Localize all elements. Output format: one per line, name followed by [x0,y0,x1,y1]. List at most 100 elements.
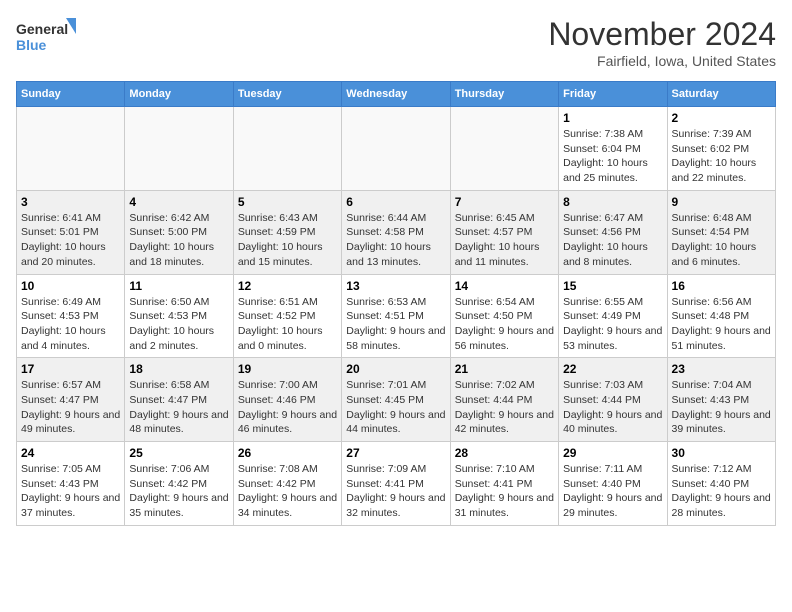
day-number: 1 [563,111,662,125]
calendar-cell: 7 Sunrise: 6:45 AM Sunset: 4:57 PM Dayli… [450,190,558,274]
day-number: 26 [238,446,337,460]
svg-text:General: General [16,21,68,37]
day-info: Sunrise: 6:54 AM Sunset: 4:50 PM Dayligh… [455,295,554,354]
sunset: Sunset: 4:56 PM [563,226,641,238]
sunset: Sunset: 4:53 PM [21,310,99,322]
calendar-cell: 25 Sunrise: 7:06 AM Sunset: 4:42 PM Dayl… [125,442,233,526]
sunset: Sunset: 4:47 PM [21,394,99,406]
day-number: 28 [455,446,554,460]
week-row-1: 1 Sunrise: 7:38 AM Sunset: 6:04 PM Dayli… [17,107,776,191]
day-info: Sunrise: 6:44 AM Sunset: 4:58 PM Dayligh… [346,211,445,270]
sunset: Sunset: 4:46 PM [238,394,316,406]
location: Fairfield, Iowa, United States [548,53,776,69]
day-info: Sunrise: 7:39 AM Sunset: 6:02 PM Dayligh… [672,127,771,186]
daylight: Daylight: 10 hours and 2 minutes. [129,325,214,352]
sunset: Sunset: 4:43 PM [21,478,99,490]
day-number: 16 [672,279,771,293]
day-info: Sunrise: 6:58 AM Sunset: 4:47 PM Dayligh… [129,378,228,437]
calendar-cell: 17 Sunrise: 6:57 AM Sunset: 4:47 PM Dayl… [17,358,125,442]
day-info: Sunrise: 6:53 AM Sunset: 4:51 PM Dayligh… [346,295,445,354]
calendar-cell: 14 Sunrise: 6:54 AM Sunset: 4:50 PM Dayl… [450,274,558,358]
calendar-cell [125,107,233,191]
sunset: Sunset: 4:53 PM [129,310,207,322]
day-number: 7 [455,195,554,209]
calendar-cell: 26 Sunrise: 7:08 AM Sunset: 4:42 PM Dayl… [233,442,341,526]
sunset: Sunset: 4:44 PM [563,394,641,406]
sunrise: Sunrise: 7:03 AM [563,379,643,391]
sunset: Sunset: 4:57 PM [455,226,533,238]
calendar-cell [342,107,450,191]
header-row: SundayMondayTuesdayWednesdayThursdayFrid… [17,82,776,107]
sunset: Sunset: 5:00 PM [129,226,207,238]
day-info: Sunrise: 7:04 AM Sunset: 4:43 PM Dayligh… [672,378,771,437]
daylight: Daylight: 10 hours and 20 minutes. [21,241,106,268]
calendar-cell: 9 Sunrise: 6:48 AM Sunset: 4:54 PM Dayli… [667,190,775,274]
calendar-cell: 10 Sunrise: 6:49 AM Sunset: 4:53 PM Dayl… [17,274,125,358]
day-info: Sunrise: 6:56 AM Sunset: 4:48 PM Dayligh… [672,295,771,354]
col-header-monday: Monday [125,82,233,107]
col-header-tuesday: Tuesday [233,82,341,107]
day-number: 11 [129,279,228,293]
week-row-2: 3 Sunrise: 6:41 AM Sunset: 5:01 PM Dayli… [17,190,776,274]
calendar-cell: 23 Sunrise: 7:04 AM Sunset: 4:43 PM Dayl… [667,358,775,442]
daylight: Daylight: 9 hours and 44 minutes. [346,409,445,436]
day-info: Sunrise: 7:12 AM Sunset: 4:40 PM Dayligh… [672,462,771,521]
sunrise: Sunrise: 7:08 AM [238,463,318,475]
sunrise: Sunrise: 6:42 AM [129,212,209,224]
daylight: Daylight: 9 hours and 32 minutes. [346,492,445,519]
day-info: Sunrise: 6:57 AM Sunset: 4:47 PM Dayligh… [21,378,120,437]
daylight: Daylight: 9 hours and 42 minutes. [455,409,554,436]
day-info: Sunrise: 6:48 AM Sunset: 4:54 PM Dayligh… [672,211,771,270]
daylight: Daylight: 10 hours and 4 minutes. [21,325,106,352]
daylight: Daylight: 10 hours and 8 minutes. [563,241,648,268]
calendar-cell: 12 Sunrise: 6:51 AM Sunset: 4:52 PM Dayl… [233,274,341,358]
sunset: Sunset: 6:02 PM [672,143,750,155]
day-info: Sunrise: 6:41 AM Sunset: 5:01 PM Dayligh… [21,211,120,270]
sunrise: Sunrise: 6:58 AM [129,379,209,391]
day-number: 8 [563,195,662,209]
day-number: 21 [455,362,554,376]
sunrise: Sunrise: 7:01 AM [346,379,426,391]
daylight: Daylight: 9 hours and 35 minutes. [129,492,228,519]
daylight: Daylight: 9 hours and 46 minutes. [238,409,337,436]
week-row-3: 10 Sunrise: 6:49 AM Sunset: 4:53 PM Dayl… [17,274,776,358]
sunrise: Sunrise: 6:44 AM [346,212,426,224]
sunset: Sunset: 4:41 PM [455,478,533,490]
daylight: Daylight: 10 hours and 13 minutes. [346,241,431,268]
day-info: Sunrise: 6:47 AM Sunset: 4:56 PM Dayligh… [563,211,662,270]
sunset: Sunset: 4:52 PM [238,310,316,322]
day-number: 18 [129,362,228,376]
calendar-cell [233,107,341,191]
logo: General Blue [16,16,76,60]
sunset: Sunset: 4:58 PM [346,226,424,238]
day-number: 5 [238,195,337,209]
calendar-cell: 19 Sunrise: 7:00 AM Sunset: 4:46 PM Dayl… [233,358,341,442]
calendar-cell: 8 Sunrise: 6:47 AM Sunset: 4:56 PM Dayli… [559,190,667,274]
day-info: Sunrise: 7:11 AM Sunset: 4:40 PM Dayligh… [563,462,662,521]
day-number: 15 [563,279,662,293]
day-info: Sunrise: 7:05 AM Sunset: 4:43 PM Dayligh… [21,462,120,521]
day-info: Sunrise: 7:09 AM Sunset: 4:41 PM Dayligh… [346,462,445,521]
daylight: Daylight: 10 hours and 6 minutes. [672,241,757,268]
sunset: Sunset: 4:43 PM [672,394,750,406]
calendar-cell: 18 Sunrise: 6:58 AM Sunset: 4:47 PM Dayl… [125,358,233,442]
calendar-cell: 3 Sunrise: 6:41 AM Sunset: 5:01 PM Dayli… [17,190,125,274]
day-number: 12 [238,279,337,293]
sunrise: Sunrise: 7:39 AM [672,128,752,140]
daylight: Daylight: 9 hours and 40 minutes. [563,409,662,436]
day-number: 3 [21,195,120,209]
sunrise: Sunrise: 7:09 AM [346,463,426,475]
sunrise: Sunrise: 6:56 AM [672,296,752,308]
day-number: 27 [346,446,445,460]
svg-text:Blue: Blue [16,37,47,53]
day-info: Sunrise: 6:49 AM Sunset: 4:53 PM Dayligh… [21,295,120,354]
logo-svg: General Blue [16,16,76,60]
sunset: Sunset: 6:04 PM [563,143,641,155]
daylight: Daylight: 10 hours and 11 minutes. [455,241,540,268]
day-number: 4 [129,195,228,209]
calendar-cell: 21 Sunrise: 7:02 AM Sunset: 4:44 PM Dayl… [450,358,558,442]
daylight: Daylight: 9 hours and 58 minutes. [346,325,445,352]
sunrise: Sunrise: 6:54 AM [455,296,535,308]
title-area: November 2024 Fairfield, Iowa, United St… [548,16,776,69]
sunset: Sunset: 4:40 PM [672,478,750,490]
